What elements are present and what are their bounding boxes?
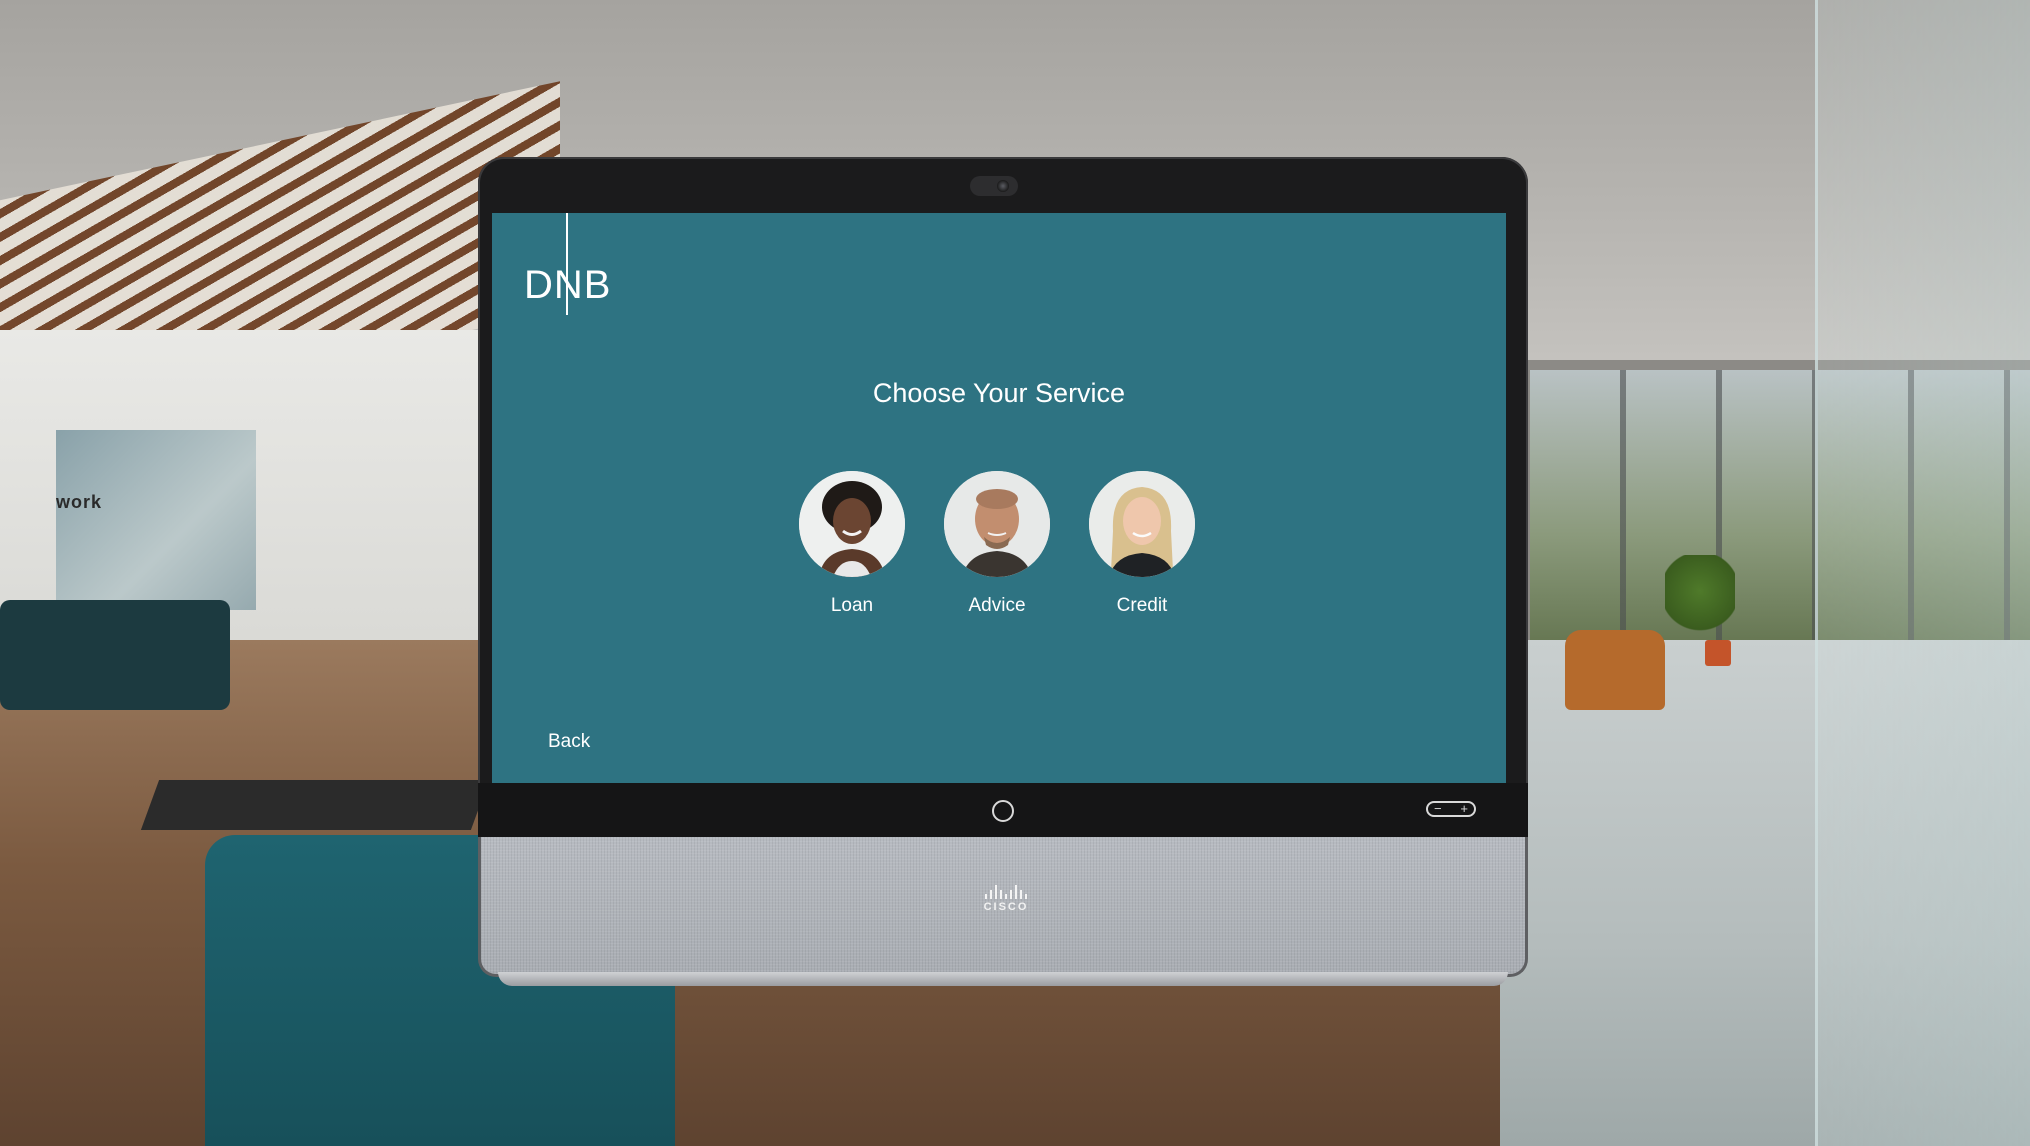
- service-advice[interactable]: Advice: [942, 471, 1052, 617]
- dark-sofa: [0, 600, 230, 710]
- service-credit[interactable]: Credit: [1087, 471, 1197, 617]
- glass-meeting-room: [56, 430, 256, 610]
- service-loan[interactable]: Loan: [797, 471, 907, 617]
- service-label-credit: Credit: [1116, 595, 1168, 616]
- potted-plant: [1665, 555, 1735, 645]
- cisco-logo: CISCO: [481, 885, 1531, 913]
- person-avatar-icon: [799, 471, 905, 577]
- coffee-table: [140, 780, 490, 830]
- cisco-bars-icon: [481, 885, 1531, 899]
- plant-pot: [1705, 640, 1731, 666]
- wall-sign: work: [56, 492, 103, 512]
- person-avatar-icon: [1089, 471, 1195, 577]
- page-title: Choose Your Service: [872, 378, 1126, 408]
- orange-chair: [1565, 630, 1665, 710]
- device-base: [498, 972, 1508, 986]
- brand-name: CISCO: [983, 901, 1029, 913]
- speaker-grille: CISCO: [478, 837, 1528, 977]
- person-avatar-icon: [944, 471, 1050, 577]
- device-bezel: DNB Choose Your Service Loan Advice Cred…: [478, 157, 1528, 837]
- logo-text: DNB: [524, 263, 612, 307]
- back-button[interactable]: Back: [548, 731, 590, 753]
- camera-lens: [997, 180, 1009, 192]
- video-device: DNB Choose Your Service Loan Advice Cred…: [478, 157, 1528, 987]
- home-button-icon[interactable]: [992, 800, 1014, 822]
- volume-up-button[interactable]: +: [1460, 802, 1468, 815]
- service-label-loan: Loan: [830, 595, 874, 616]
- device-control-bar: − +: [478, 783, 1528, 837]
- camera-icon: [970, 176, 1018, 196]
- dnb-logo: DNB: [524, 213, 634, 323]
- service-label-advice: Advice: [968, 595, 1026, 616]
- volume-control: − +: [1426, 801, 1476, 817]
- glass-partition: [1815, 0, 2030, 1146]
- service-options: Loan Advice Credit: [797, 471, 1207, 631]
- touch-screen: DNB Choose Your Service Loan Advice Cred…: [492, 213, 1506, 783]
- volume-down-button[interactable]: −: [1434, 802, 1442, 815]
